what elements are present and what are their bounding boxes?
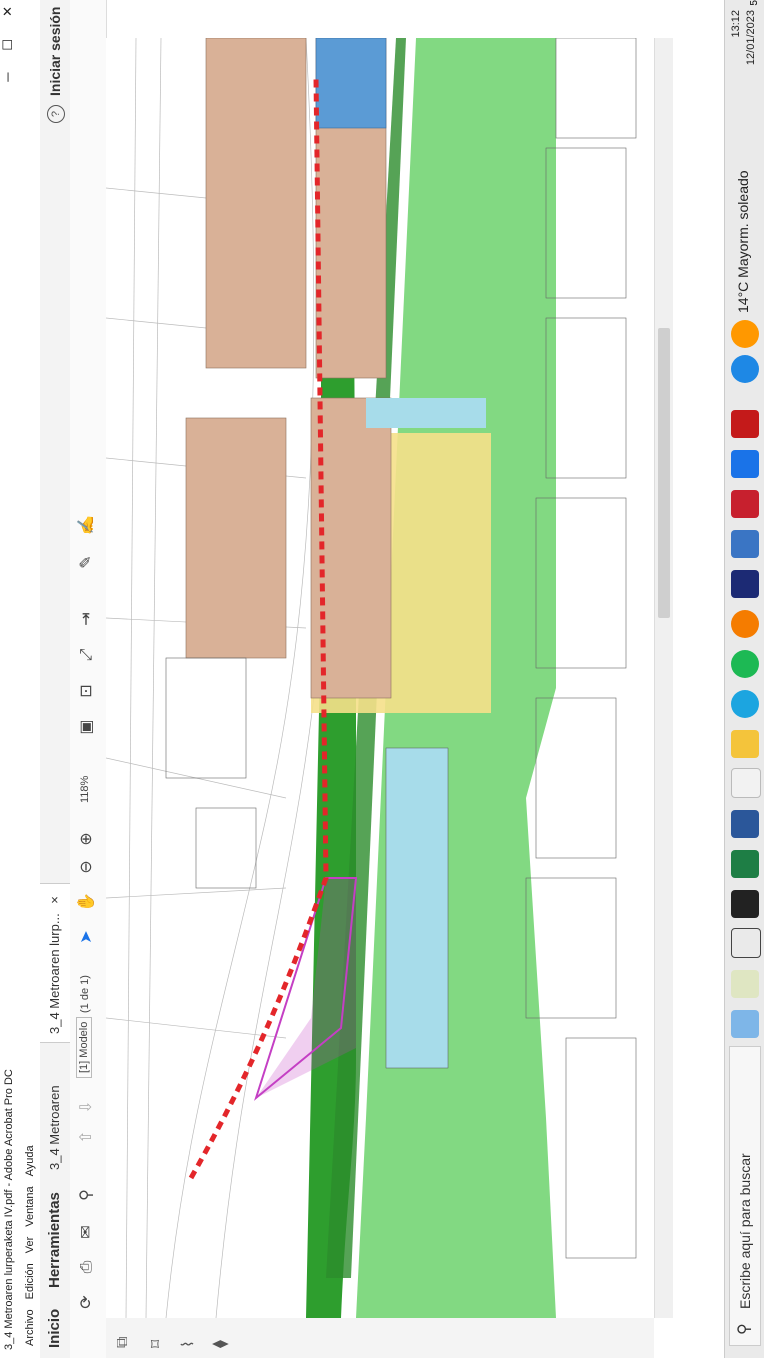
- minimize-button[interactable]: ─: [0, 73, 20, 82]
- light-blue-area: [385, 747, 449, 1069]
- clock-time: 13:12: [730, 10, 742, 38]
- clock[interactable]: 13:12 12/01/2023: [729, 10, 759, 65]
- hand-icon[interactable]: ✋: [76, 891, 98, 913]
- bookmark-icon[interactable]: ⌑: [146, 1340, 166, 1348]
- building-block-3: [205, 37, 307, 369]
- scroll-mode-icon[interactable]: ⇥: [76, 608, 98, 630]
- window-controls: ─ ☐ ✕: [0, 6, 20, 82]
- title-bar: 3_4 Metroaren lurperaketa IV.pdf - Adobe…: [0, 0, 20, 1358]
- top-nav: Inicio Herramientas 3_4 Metroaren lurp..…: [40, 0, 92, 1358]
- menu-ayuda[interactable]: Ayuda: [24, 1145, 36, 1176]
- menu-ventana[interactable]: Ventana: [24, 1186, 36, 1226]
- task-view-icon[interactable]: [731, 928, 761, 958]
- toolbar: ⟳ ⎙ ✉ ⚲ ⇧ ⇩ [1] Modelo (1 de 1) ➤ ✋ ⊖ ⊕ …: [70, 0, 107, 1358]
- autocad-icon[interactable]: [731, 490, 759, 518]
- edge-icon[interactable]: [731, 690, 759, 718]
- photos-icon[interactable]: [731, 450, 759, 478]
- app-window: 3_4 Metroaren lurperaketa IV.pdf - Adobe…: [0, 0, 764, 1358]
- page-thumbnails-icon[interactable]: ⧉: [114, 1337, 132, 1348]
- acrobat-icon[interactable]: [731, 410, 759, 438]
- widget-icon[interactable]: [731, 970, 759, 998]
- signin-link[interactable]: Iniciar sesión: [40, 7, 70, 96]
- view-mode-icon[interactable]: ▣: [76, 716, 98, 738]
- tab-herramientas[interactable]: Herramientas: [40, 1192, 70, 1288]
- word-icon[interactable]: [731, 810, 759, 838]
- restore-button[interactable]: ☐: [0, 39, 20, 51]
- excel-icon[interactable]: [731, 850, 759, 878]
- next-page-icon[interactable]: ⇩: [76, 1096, 98, 1118]
- cortana-icon[interactable]: [731, 1010, 759, 1038]
- comment-icon[interactable]: ✎: [76, 551, 98, 573]
- notification-count[interactable]: 5: [749, 0, 760, 6]
- search-icon[interactable]: ⚲: [76, 1184, 98, 1206]
- window-title: 3_4 Metroaren lurperaketa IV.pdf - Adobe…: [3, 1069, 15, 1350]
- page-count: (1 de 1): [79, 975, 91, 1013]
- search-icon: ⚲: [736, 1323, 753, 1335]
- menu-ver[interactable]: Ver: [24, 1237, 36, 1254]
- dropbox-icon[interactable]: [731, 890, 759, 918]
- menu-edicion[interactable]: Edición: [24, 1263, 36, 1299]
- fit-page-icon[interactable]: ⊡: [76, 680, 98, 702]
- pdf-page[interactable]: [105, 37, 654, 1319]
- menu-bar: Archivo Edición Ver Ventana Ayuda: [20, 0, 40, 1358]
- tab-close-icon[interactable]: ×: [47, 896, 62, 904]
- doc-tab-1[interactable]: 3_4 Metroaren lurp...: [40, 1043, 92, 1178]
- sign-icon[interactable]: ✍: [76, 514, 98, 536]
- scrollbar-thumb[interactable]: [658, 328, 670, 618]
- menu-archivo[interactable]: Archivo: [24, 1309, 36, 1346]
- mail-icon[interactable]: ✉: [76, 1221, 98, 1243]
- zoom-in-icon[interactable]: ⊕: [76, 828, 98, 850]
- light-blue-strip: [366, 398, 486, 428]
- zoom-level[interactable]: 118%: [79, 776, 91, 803]
- clock-date: 12/01/2023: [745, 10, 757, 66]
- firefox-icon[interactable]: [731, 610, 759, 638]
- spotify-icon[interactable]: [731, 650, 759, 678]
- prev-page-icon[interactable]: ⇧: [76, 1126, 98, 1148]
- horizontal-scrollbar[interactable]: [654, 38, 673, 1318]
- map-drawing: [105, 37, 654, 1319]
- help-icon[interactable]: ?: [47, 105, 65, 123]
- file-icon[interactable]: [731, 768, 761, 798]
- app-icon[interactable]: [731, 570, 759, 598]
- attachment-icon[interactable]: ⌇: [178, 1340, 198, 1348]
- taskbar-search[interactable]: ⚲ Escribe aquí para buscar: [729, 1046, 761, 1346]
- weather-icon: [731, 320, 759, 348]
- search-placeholder: Escribe aquí para buscar: [737, 1153, 753, 1309]
- fullscreen-icon[interactable]: ⤢: [76, 644, 98, 666]
- weather-text: 14°C Mayorm. soleado: [735, 170, 751, 313]
- calculator-icon[interactable]: [731, 530, 759, 558]
- doc-tab-2[interactable]: 3_4 Metroaren lurp... ×: [40, 883, 70, 1043]
- taskbar: ⚲ Escribe aquí para buscar 14°C Mayorm. …: [724, 0, 764, 1358]
- save-icon[interactable]: ⟳: [76, 1291, 98, 1313]
- layer-select[interactable]: [1] Modelo: [76, 1016, 92, 1078]
- zoom-out-icon[interactable]: ⊖: [76, 856, 98, 878]
- left-rail: ⧉ ⌑ ⌇ ⧫: [106, 1317, 654, 1358]
- select-arrow-icon[interactable]: ➤: [76, 926, 98, 948]
- explorer-icon[interactable]: [731, 730, 759, 758]
- tab-inicio[interactable]: Inicio: [40, 1309, 70, 1348]
- print-icon[interactable]: ⎙: [76, 1256, 98, 1278]
- help-circle-icon[interactable]: [731, 355, 759, 383]
- blue-building: [315, 37, 387, 129]
- building-block-4: [185, 417, 287, 659]
- doc-tab-2-label: 3_4 Metroaren lurp...: [47, 913, 62, 1034]
- close-button[interactable]: ✕: [0, 6, 20, 17]
- layers-icon[interactable]: ⧫: [210, 1340, 230, 1348]
